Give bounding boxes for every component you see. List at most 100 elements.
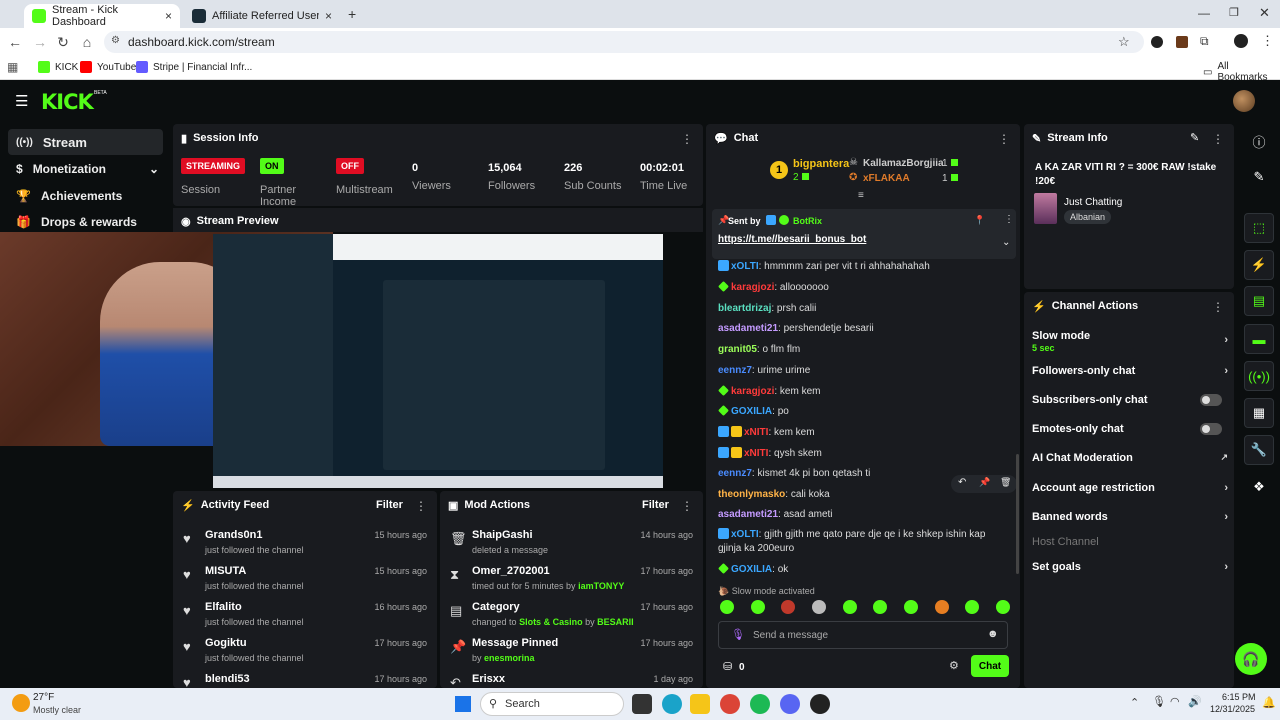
emote-icon[interactable] [781,600,796,614]
widgets-icon[interactable]: ❖ [1244,472,1274,502]
close-icon[interactable]: × [325,9,332,23]
kick-logo[interactable]: KICK [41,90,94,114]
layout-icon[interactable]: ▦ [1244,398,1274,428]
extensions-puzzle-icon[interactable]: ⧉ [1200,34,1209,49]
home-icon[interactable]: ⌂ [79,34,95,50]
unpin-icon[interactable]: 📍 [974,215,985,226]
chat-send-button[interactable]: Chat [971,655,1009,677]
spotify-icon[interactable] [750,694,770,714]
emoji-icon[interactable]: ☻ [987,628,999,640]
extension-icon[interactable] [1151,36,1163,48]
help-chat-button[interactable]: 🎧 [1235,643,1267,675]
file-explorer-icon[interactable] [690,694,710,714]
followers-only-row[interactable]: Followers-only chat › [1032,365,1230,377]
sidebar-item-monetization[interactable]: $ Monetization ⌄ [8,156,163,182]
kebab-menu-icon[interactable]: ⋮ [998,132,1010,146]
chat-scrollbar[interactable] [1016,454,1019,574]
pinned-message[interactable]: 📌 Sent by BotRix https://t.me//besarii_b… [712,209,1016,259]
wifi-icon[interactable]: ◠ [1170,695,1180,708]
bookmark-stripe[interactable]: Stripe | Financial Infr... [136,61,252,73]
ai-moderation-row[interactable]: AI Chat Moderation ↗ [1032,452,1230,464]
emote-icon[interactable] [995,600,1010,614]
info-icon[interactable]: ⓘ [1244,126,1274,156]
broadcast-icon[interactable]: ((•)) [1244,361,1274,391]
apps-grid-icon[interactable]: ▦ [7,60,18,74]
tab-kick-dashboard[interactable]: Stream - Kick Dashboard × [24,4,180,28]
site-info-icon[interactable]: ⚙ [111,35,120,46]
channel-points-icon[interactable]: ⛁ [723,660,732,673]
wrench-icon[interactable]: 🔧 [1244,435,1274,465]
document-icon[interactable]: ▤ [1244,286,1274,316]
collapse-icon[interactable]: ≡ [858,190,864,201]
sidebar-item-stream[interactable]: ((•)) Stream [8,129,163,155]
pinned-link[interactable]: https://t.me//besarii_bonus_bot [718,234,866,245]
leader-name[interactable]: xFLAKAA [863,173,910,184]
search-box[interactable]: ⚲ Search [480,692,624,716]
edit-icon[interactable]: ✎ [1190,131,1199,144]
filter-button[interactable]: Filter [642,499,669,511]
emote-icon[interactable] [965,600,980,614]
extension-icon[interactable] [1176,36,1188,48]
undo-icon[interactable]: ↶ [958,477,966,488]
chat-bubble-icon[interactable]: ▬ [1244,324,1274,354]
emote-icon[interactable] [720,600,734,614]
user-avatar[interactable] [1233,90,1255,112]
volume-icon[interactable]: 🔊 [1188,695,1202,708]
sidebar-item-achievements[interactable]: 🏆 Achievements [8,183,163,209]
tag-albanian[interactable]: Albanian [1064,210,1112,224]
lightning-icon[interactable]: ⚡ [1244,250,1274,280]
back-icon[interactable]: ← [7,34,23,50]
clock-date[interactable]: 12/31/2025 [1210,704,1255,714]
banned-words-row[interactable]: Banned words › [1032,511,1230,523]
kebab-menu-icon[interactable]: ⋮ [1212,132,1224,146]
set-goals-row[interactable]: Set goals › [1032,561,1230,573]
leader-name[interactable]: bigpantera [793,158,849,170]
window-close-icon[interactable]: ✕ [1259,5,1270,21]
edge-icon[interactable] [662,694,682,714]
emote-icon[interactable] [934,600,949,614]
crop-icon[interactable]: ⬚ [1244,213,1274,243]
reload-icon[interactable]: ↻ [55,34,71,50]
pencil-icon[interactable]: ✎ [1244,162,1274,192]
emotes-only-toggle[interactable] [1200,423,1222,435]
chrome-icon[interactable] [720,694,740,714]
emote-icon[interactable] [750,600,765,614]
chevron-up-icon[interactable]: ⌃ [1130,696,1139,709]
account-age-row[interactable]: Account age restriction › [1032,482,1230,494]
slow-mode-row[interactable]: Slow mode 5 sec › [1032,330,1230,353]
chevron-down-icon[interactable]: ⌄ [1002,237,1010,248]
microphone-icon[interactable]: 🎙 [1152,695,1166,708]
chat-settings-icon[interactable]: ⚙ [949,659,959,672]
bookmark-youtube[interactable]: YouTube [80,61,136,73]
notification-icon[interactable]: 🔔 [1262,696,1276,709]
emote-icon[interactable] [873,600,888,614]
category-thumbnail[interactable] [1034,193,1057,224]
temperature[interactable]: 27°F [33,692,54,703]
browser-menu-icon[interactable]: ⋮ [1261,33,1274,49]
obs-icon[interactable] [810,694,830,714]
forward-icon[interactable]: → [32,34,48,50]
profile-avatar[interactable] [1234,34,1248,48]
kebab-menu-icon[interactable]: ⋮ [1212,300,1224,314]
kebab-menu-icon[interactable]: ⋮ [681,499,693,513]
microphone-icon[interactable]: 🎙 [731,628,745,641]
category-name[interactable]: Just Chatting [1064,197,1122,208]
emote-icon[interactable] [903,600,918,614]
kebab-menu-icon[interactable]: ⋮ [1004,214,1014,225]
task-view-icon[interactable] [632,694,652,714]
maximize-icon[interactable]: ❐ [1229,6,1239,19]
hamburger-menu-icon[interactable]: ☰ [15,92,28,110]
close-icon[interactable]: × [165,9,172,23]
discord-icon[interactable] [780,694,800,714]
trash-icon[interactable]: 🗑 [1000,477,1011,488]
stream-preview-video[interactable] [0,232,703,488]
start-icon[interactable] [455,696,471,712]
emote-icon[interactable] [842,600,857,614]
clock-time[interactable]: 6:15 PM [1222,692,1256,702]
kebab-menu-icon[interactable]: ⋮ [681,132,693,146]
filter-button[interactable]: Filter [376,499,403,511]
kebab-menu-icon[interactable]: ⋮ [415,499,427,513]
leader-name[interactable]: KallamazBorgjiia [863,158,944,169]
subscribers-only-toggle[interactable] [1200,394,1222,406]
minimize-icon[interactable]: — [1198,6,1210,20]
